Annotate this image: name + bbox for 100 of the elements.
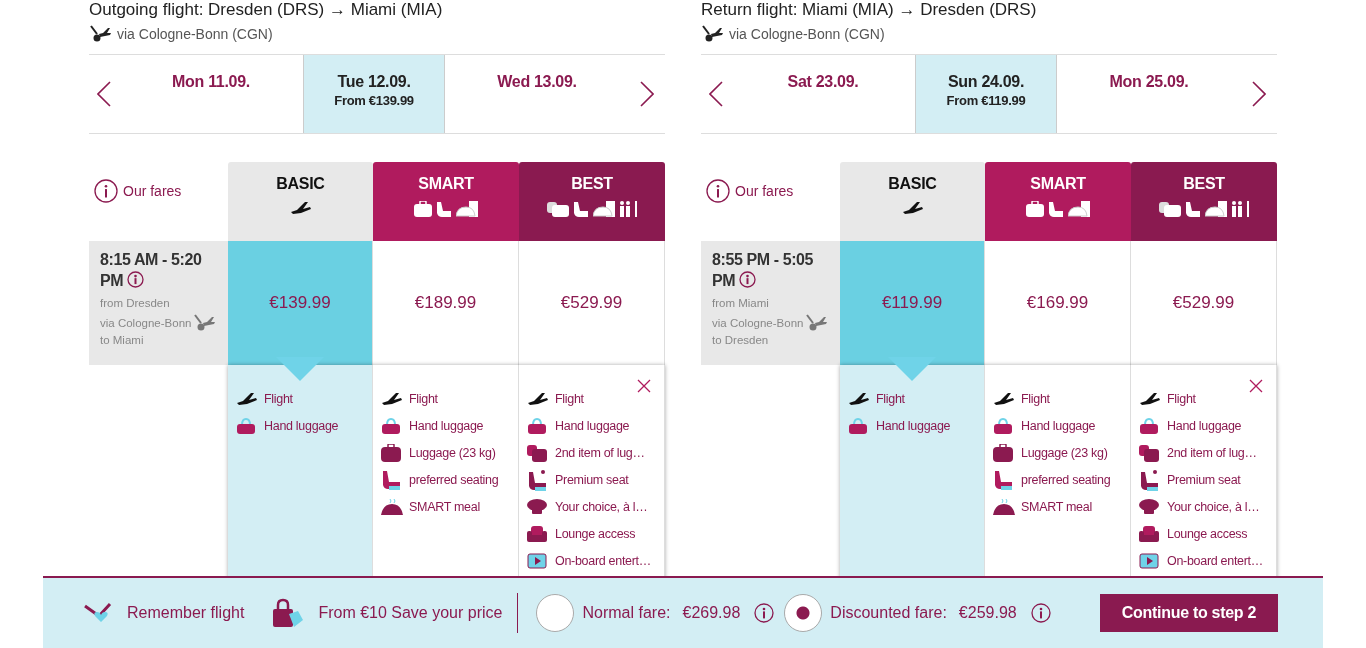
feature-label: Hand luggage: [409, 418, 484, 433]
handbag-icon: [993, 417, 1013, 434]
seat-icon: [436, 201, 452, 217]
fare-name: SMART: [1030, 175, 1086, 193]
stopover-text: via Cologne-Bonn (CGN): [729, 26, 885, 42]
feature-label: Luggage (23 kg): [1021, 445, 1108, 460]
flight-time: 8:15 AM - 5:20 PM: [100, 250, 203, 291]
date-label: Mon 11.09.: [172, 73, 250, 91]
feature-label: preferred seating: [409, 472, 499, 487]
fare-option-label: Normal fare:: [582, 604, 671, 622]
plane-icon: [848, 391, 870, 406]
feature-label: Hand luggage: [555, 418, 630, 433]
feature-label: Hand luggage: [1167, 418, 1242, 433]
people-icon: [619, 201, 637, 217]
seat-icon: [1185, 201, 1201, 217]
date-tab[interactable]: Wed 13.09.: [445, 55, 629, 133]
seat-icon: [1048, 201, 1064, 217]
food-cover-icon: [381, 497, 403, 516]
handbag-icon: [381, 417, 401, 434]
feature-label: Your choice, à l…: [555, 499, 648, 514]
save-price-link[interactable]: From €10 Save your price: [318, 604, 503, 622]
connection-icon: [193, 314, 216, 332]
plane-icon: [381, 391, 403, 406]
connection-icon: [89, 25, 111, 43]
info-icon: [739, 271, 757, 288]
stopover-text: via Cologne-Bonn (CGN): [117, 26, 273, 42]
date-label: Tue 12.09.: [337, 73, 411, 91]
date-tab[interactable]: Sun 24.09. From €119.99: [915, 55, 1057, 133]
suitcases-icon: [527, 443, 547, 462]
fare-name: BASIC: [276, 175, 325, 193]
plane-icon: [1139, 391, 1161, 406]
date-label: Wed 13.09.: [497, 73, 577, 91]
plane-icon: [527, 391, 549, 406]
info-icon: [1030, 603, 1051, 623]
date-tab[interactable]: Mon 11.09.: [119, 55, 303, 133]
feature-label: SMART meal: [1021, 499, 1092, 514]
fare-name: BEST: [1183, 175, 1225, 193]
origin-text: from Miami: [712, 296, 770, 311]
date-label: Sun 24.09.: [947, 73, 1025, 91]
fare-option-price: €269.98: [682, 604, 741, 622]
flight-title: Return flight: Miami (MIA) → Dresden (DRS): [701, 0, 1038, 20]
seat-icon: [381, 469, 401, 490]
feature-label: Luggage (23 kg): [409, 445, 496, 460]
radio-button[interactable]: [784, 594, 823, 632]
people-icon: [1231, 201, 1249, 217]
suitcases-icon: [547, 201, 569, 217]
feature-label: On-board entert…: [1167, 553, 1263, 568]
feature-label: 2nd item of lug…: [1167, 445, 1257, 460]
play-screen-icon: [527, 552, 547, 569]
remember-flight-link[interactable]: Remember flight: [127, 604, 245, 622]
food-cover-icon: [993, 497, 1015, 516]
suitcase-icon: [381, 443, 401, 462]
pointer-arrow: [276, 357, 324, 381]
feature-label: On-board entert…: [555, 553, 651, 568]
our-fares-link[interactable]: Our fares: [94, 178, 182, 203]
plane-icon: [993, 391, 1015, 406]
seat-icon: [573, 201, 589, 217]
food-tray-icon: [456, 201, 478, 217]
radio-button[interactable]: [536, 594, 575, 632]
food-tray-icon: [593, 201, 615, 217]
suitcases-icon: [1159, 201, 1181, 217]
feature-label: Lounge access: [555, 526, 636, 541]
feature-label: Premium seat: [1167, 472, 1241, 487]
feature-label: Flight: [876, 391, 905, 406]
fare-price[interactable]: €139.99: [228, 241, 373, 365]
feature-label: Your choice, à l…: [1167, 499, 1260, 514]
fare-name: BASIC: [888, 175, 937, 193]
destination-text: to Dresden: [712, 333, 770, 348]
armchair-icon: [527, 525, 547, 542]
date-price: From €139.99: [334, 93, 414, 108]
date-label: Sat 23.09.: [787, 73, 859, 91]
close-button[interactable]: [637, 379, 651, 393]
food-tray-icon: [1068, 201, 1090, 217]
fare-price[interactable]: €119.99: [840, 241, 985, 365]
date-tab[interactable]: Mon 25.09.: [1057, 55, 1241, 133]
feature-label: Flight: [1021, 391, 1050, 406]
date-tab[interactable]: Sat 23.09.: [731, 55, 915, 133]
flight-time: 8:55 PM - 5:05 PM: [712, 250, 815, 291]
feature-label: Hand luggage: [876, 418, 951, 433]
chevron-left-icon: [709, 81, 723, 107]
continue-button[interactable]: Continue to step 2: [1099, 594, 1278, 632]
close-icon: [637, 379, 651, 393]
chef-hat-icon: [527, 498, 547, 515]
chevron-left-icon: [97, 81, 111, 107]
stopover-text: via Cologne-Bonn: [100, 316, 192, 331]
suitcase-icon: [414, 201, 432, 217]
our-fares-link[interactable]: Our fares: [706, 178, 794, 203]
fare-name: BEST: [571, 175, 613, 193]
close-button[interactable]: [1249, 379, 1263, 393]
feature-label: Premium seat: [555, 472, 629, 487]
pointer-arrow: [888, 357, 936, 381]
date-tab[interactable]: Tue 12.09. From €139.99: [303, 55, 445, 133]
info-icon: [754, 603, 775, 623]
info-icon: [94, 178, 118, 203]
suitcase-icon: [993, 443, 1013, 462]
connection-icon: [701, 25, 723, 43]
feature-label: Flight: [555, 391, 584, 406]
stopover-text: via Cologne-Bonn: [712, 316, 804, 331]
food-tray-icon: [1205, 201, 1227, 217]
flight-title: Outgoing flight: Dresden (DRS) → Miami (MIA): [89, 0, 444, 20]
